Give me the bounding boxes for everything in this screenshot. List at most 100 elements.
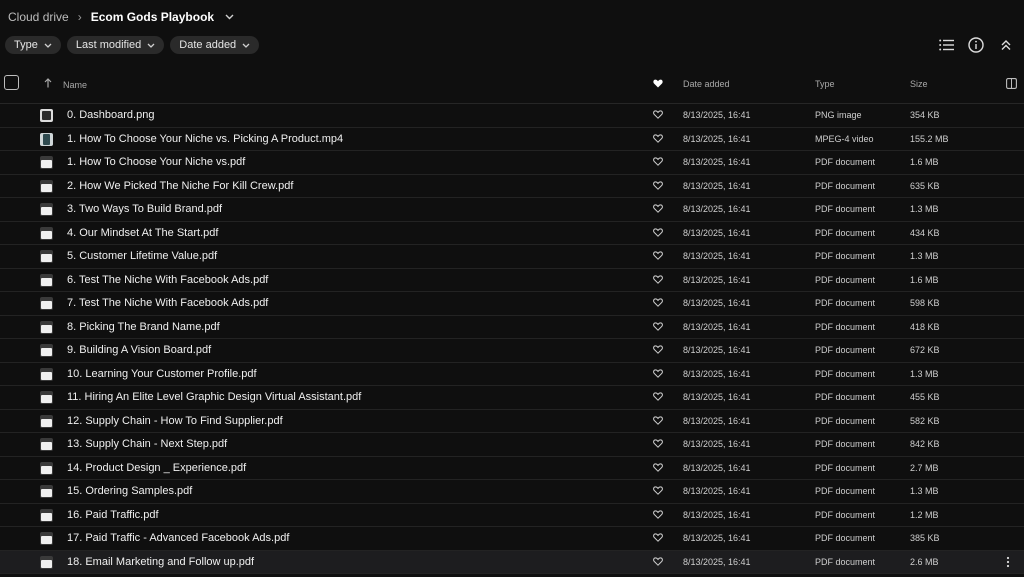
favorite-heart-icon[interactable] [653, 180, 663, 193]
file-name[interactable]: 8. Picking The Brand Name.pdf [67, 321, 220, 333]
pdf-file-icon [40, 414, 53, 428]
filter-date-added-button[interactable]: Date added [170, 36, 260, 54]
favorites-heart-icon[interactable] [653, 79, 663, 90]
chevron-down-icon [44, 41, 52, 50]
file-name[interactable]: 17. Paid Traffic - Advanced Facebook Ads… [67, 532, 289, 544]
list-view-icon[interactable] [938, 37, 954, 53]
column-header-date-added[interactable]: Date added [683, 79, 730, 89]
favorite-heart-icon[interactable] [653, 298, 663, 310]
table-row[interactable]: 6. Test The Niche With Facebook Ads.pdf 8… [0, 269, 1024, 292]
column-header-size[interactable]: Size [910, 79, 928, 89]
table-row[interactable]: 14. Product Design _ Experience.pdf 8/13/… [0, 457, 1024, 480]
chevron-down-icon [242, 41, 250, 50]
file-name[interactable]: 5. Customer Lifetime Value.pdf [67, 250, 217, 262]
table-row[interactable]: 17. Paid Traffic - Advanced Facebook Ads… [0, 527, 1024, 551]
favorite-heart-icon[interactable] [653, 533, 663, 545]
table-header: Name Date added Type Size [0, 72, 1024, 104]
file-name[interactable]: 10. Learning Your Customer Profile.pdf [67, 368, 257, 380]
type-cell: PDF document [815, 415, 876, 426]
table-row[interactable]: 10. Learning Your Customer Profile.pdf 8/… [0, 363, 1024, 386]
date-added-cell: 8/13/2025, 16:41 [683, 110, 751, 120]
pdf-file-icon [40, 273, 53, 287]
file-name[interactable]: 3. Two Ways To Build Brand.pdf [67, 203, 222, 215]
size-cell: 672 KB [910, 345, 940, 355]
table-row[interactable]: 7. Test The Niche With Facebook Ads.pdf 8… [0, 292, 1024, 316]
size-cell: 385 KB [910, 533, 940, 543]
table-row[interactable]: 15. Ordering Samples.pdf 8/13/2025, 16:41… [0, 480, 1024, 504]
favorite-heart-icon[interactable] [653, 157, 663, 169]
type-cell: PDF document [815, 274, 876, 285]
table-row[interactable]: 16. Paid Traffic.pdf 8/13/2025, 16:41 PDF … [0, 504, 1024, 527]
file-name[interactable]: 9. Building A Vision Board.pdf [67, 344, 211, 356]
favorite-heart-icon[interactable] [653, 462, 663, 475]
collapse-icon[interactable] [998, 37, 1014, 53]
table-row[interactable]: 9. Building A Vision Board.pdf 8/13/2025,… [0, 339, 1024, 363]
folder-menu-chevron-down-icon[interactable] [225, 12, 234, 23]
table-row[interactable]: 1. How To Choose Your Niche vs.pdf 8/13/2… [0, 151, 1024, 175]
table-row[interactable]: 3. Two Ways To Build Brand.pdf 8/13/2025,… [0, 198, 1024, 222]
favorite-heart-icon[interactable] [653, 509, 663, 522]
table-row[interactable]: 2. How We Picked The Niche For Kill Crew… [0, 175, 1024, 198]
type-cell: PDF document [815, 486, 876, 496]
file-name[interactable]: 6. Test The Niche With Facebook Ads.pdf [67, 274, 268, 286]
favorite-heart-icon[interactable] [653, 110, 663, 122]
favorite-heart-icon[interactable] [653, 251, 663, 263]
size-cell: 582 KB [910, 415, 940, 426]
select-all-checkbox[interactable] [4, 75, 19, 90]
favorite-heart-icon[interactable] [653, 227, 663, 240]
table-row[interactable]: 8. Picking The Brand Name.pdf 8/13/2025, … [0, 316, 1024, 339]
file-name[interactable]: 12. Supply Chain - How To Find Supplier.… [67, 415, 283, 427]
breadcrumb-current-folder[interactable]: Ecom Gods Playbook [91, 10, 214, 24]
favorite-heart-icon[interactable] [653, 274, 663, 287]
favorite-heart-icon[interactable] [653, 345, 663, 357]
favorite-heart-icon[interactable] [653, 415, 663, 428]
favorite-heart-icon[interactable] [653, 204, 663, 216]
file-name[interactable]: 4. Our Mindset At The Start.pdf [67, 227, 218, 239]
table-row[interactable]: 5. Customer Lifetime Value.pdf 8/13/2025,… [0, 245, 1024, 269]
more-options-icon[interactable] [1006, 556, 1014, 568]
favorite-heart-icon[interactable] [653, 368, 663, 381]
table-row[interactable]: 0. Dashboard.png 8/13/2025, 16:41 PNG imag… [0, 104, 1024, 128]
file-name[interactable]: 1. How To Choose Your Niche vs. Picking … [67, 133, 343, 145]
file-name[interactable]: 0. Dashboard.png [67, 109, 154, 121]
file-name[interactable]: 18. Email Marketing and Follow up.pdf [67, 556, 254, 568]
pdf-file-icon [40, 532, 53, 545]
filter-last-modified-button[interactable]: Last modified [66, 36, 165, 54]
date-added-cell: 8/13/2025, 16:41 [683, 486, 751, 496]
file-name[interactable]: 7. Test The Niche With Facebook Ads.pdf [67, 297, 268, 309]
favorite-heart-icon[interactable] [653, 439, 663, 451]
filter-date-added-label: Date added [179, 39, 237, 51]
favorite-heart-icon[interactable] [653, 133, 663, 146]
columns-settings-icon[interactable] [1006, 78, 1017, 91]
table-row[interactable]: 18. Email Marketing and Follow up.pdf 8/1… [0, 550, 1024, 574]
pdf-file-icon [40, 226, 53, 240]
filter-type-button[interactable]: Type [5, 36, 61, 54]
favorite-heart-icon[interactable] [653, 321, 663, 334]
table-row[interactable]: 4. Our Mindset At The Start.pdf 8/13/2025… [0, 222, 1024, 245]
type-cell: PDF document [815, 462, 876, 473]
file-name[interactable]: 11. Hiring An Elite Level Graphic Design… [67, 391, 361, 403]
image-file-icon [40, 109, 53, 122]
breadcrumb-separator-icon: › [77, 10, 82, 24]
pdf-file-icon [40, 485, 53, 498]
table-row[interactable]: 12. Supply Chain - How To Find Supplier.… [0, 410, 1024, 433]
breadcrumb-root-link[interactable]: Cloud drive [8, 10, 69, 24]
favorite-heart-icon[interactable] [653, 556, 663, 569]
favorite-heart-icon[interactable] [653, 392, 663, 404]
date-added-cell: 8/13/2025, 16:41 [683, 368, 751, 379]
favorite-heart-icon[interactable] [653, 486, 663, 498]
column-header-name[interactable]: Name [63, 80, 87, 90]
file-name[interactable]: 1. How To Choose Your Niche vs.pdf [67, 156, 245, 168]
sort-ascending-icon[interactable] [44, 78, 52, 91]
file-name[interactable]: 15. Ordering Samples.pdf [67, 485, 192, 497]
column-header-type[interactable]: Type [815, 79, 835, 89]
table-row[interactable]: 1. How To Choose Your Niche vs. Picking … [0, 128, 1024, 151]
date-added-cell: 8/13/2025, 16:41 [683, 180, 751, 191]
table-row[interactable]: 13. Supply Chain - Next Step.pdf 8/13/202… [0, 433, 1024, 457]
table-row[interactable]: 11. Hiring An Elite Level Graphic Design… [0, 386, 1024, 410]
info-icon[interactable] [968, 37, 984, 53]
file-name[interactable]: 16. Paid Traffic.pdf [67, 509, 159, 521]
file-name[interactable]: 13. Supply Chain - Next Step.pdf [67, 438, 227, 450]
file-name[interactable]: 14. Product Design _ Experience.pdf [67, 462, 246, 474]
file-name[interactable]: 2. How We Picked The Niche For Kill Crew… [67, 180, 293, 192]
